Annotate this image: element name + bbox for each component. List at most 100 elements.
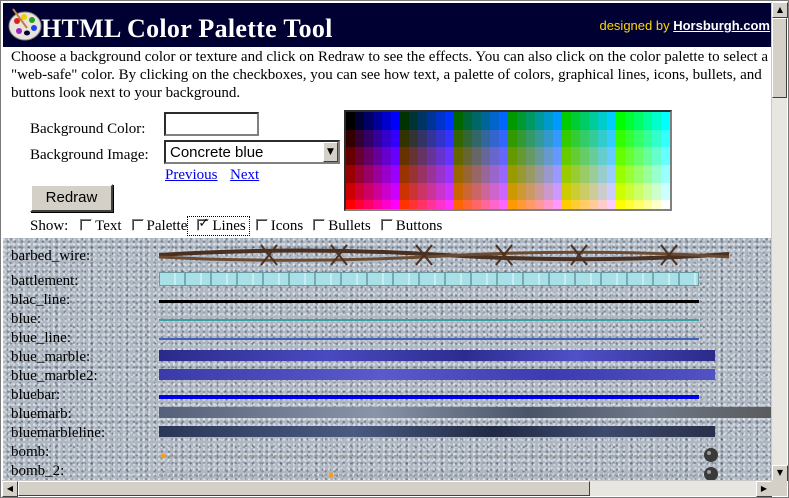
palette-swatch[interactable] [571,164,580,174]
scroll-up-icon[interactable]: ▲ [772,2,788,18]
palette-swatch[interactable] [553,156,562,165]
background-color-input[interactable] [164,112,259,136]
palette-swatch[interactable] [382,200,391,209]
palette-swatch[interactable] [409,120,418,130]
palette-swatch[interactable] [409,138,418,148]
palette-swatch[interactable] [490,129,499,139]
palette-swatch[interactable] [607,138,616,148]
palette-swatch[interactable] [436,129,445,139]
palette-swatch[interactable] [481,147,490,157]
palette-swatch[interactable] [643,138,652,148]
palette-swatch[interactable] [517,191,526,201]
palette-swatch[interactable] [535,147,544,157]
palette-swatch[interactable] [652,173,661,183]
palette-swatch[interactable] [535,138,544,148]
palette-swatch[interactable] [436,156,445,165]
palette-swatch[interactable] [364,156,373,165]
palette-swatch[interactable] [571,112,580,121]
palette-swatch[interactable] [409,129,418,139]
palette-swatch[interactable] [490,147,499,157]
palette-swatch[interactable] [427,147,436,157]
palette-swatch[interactable] [598,173,607,183]
palette-swatch[interactable] [616,191,625,201]
palette-swatch[interactable] [445,182,454,192]
redraw-button[interactable]: Redraw [30,184,113,212]
palette-swatch[interactable] [499,112,508,121]
palette-swatch[interactable] [526,156,535,165]
palette-swatch[interactable] [463,191,472,201]
palette-swatch[interactable] [553,164,562,174]
palette-swatch[interactable] [598,164,607,174]
palette-swatch[interactable] [427,112,436,121]
checkbox-icons[interactable] [255,219,268,231]
previous-link[interactable]: Previous [165,167,218,184]
palette-swatch[interactable] [490,164,499,174]
palette-swatch[interactable] [607,191,616,201]
palette-swatch[interactable] [409,173,418,183]
checkbox-palette[interactable] [131,219,144,231]
palette-swatch[interactable] [364,200,373,209]
palette-swatch[interactable] [490,112,499,121]
palette-swatch[interactable] [607,147,616,157]
palette-swatch[interactable] [382,191,391,201]
vertical-scroll-thumb[interactable] [772,18,787,98]
palette-swatch[interactable] [391,164,400,174]
palette-swatch[interactable] [562,112,571,121]
palette-swatch[interactable] [463,147,472,157]
background-image-select[interactable]: Concrete blue ▼ [164,140,340,164]
palette-swatch[interactable] [490,200,499,209]
palette-swatch[interactable] [643,200,652,209]
palette-swatch[interactable] [625,156,634,165]
palette-swatch[interactable] [634,147,643,157]
palette-swatch[interactable] [652,112,661,121]
palette-swatch[interactable] [391,147,400,157]
palette-swatch[interactable] [571,138,580,148]
palette-swatch[interactable] [652,200,661,209]
palette-swatch[interactable] [472,147,481,157]
palette-swatch[interactable] [355,147,364,157]
palette-swatch[interactable] [499,138,508,148]
palette-swatch[interactable] [445,191,454,201]
palette-swatch[interactable] [661,182,670,192]
palette-swatch[interactable] [625,138,634,148]
show-option-icons[interactable]: Icons [248,218,306,234]
palette-swatch[interactable] [598,191,607,201]
palette-swatch[interactable] [634,164,643,174]
palette-swatch[interactable] [553,191,562,201]
palette-swatch[interactable] [526,138,535,148]
palette-swatch[interactable] [634,129,643,139]
palette-swatch[interactable] [526,112,535,121]
palette-swatch[interactable] [652,164,661,174]
palette-swatch[interactable] [463,182,472,192]
palette-swatch[interactable] [418,200,427,209]
palette-swatch[interactable] [391,173,400,183]
palette-swatch[interactable] [553,129,562,139]
palette-swatch[interactable] [634,112,643,121]
palette-swatch[interactable] [490,138,499,148]
palette-swatch[interactable] [607,120,616,130]
palette-swatch[interactable] [508,138,517,148]
palette-swatch[interactable] [589,182,598,192]
palette-swatch[interactable] [490,191,499,201]
palette-swatch[interactable] [409,147,418,157]
palette-swatch[interactable] [634,191,643,201]
palette-swatch[interactable] [580,182,589,192]
palette-swatch[interactable] [472,173,481,183]
palette-swatch[interactable] [580,191,589,201]
palette-swatch[interactable] [562,156,571,165]
palette-swatch[interactable] [382,147,391,157]
palette-swatch[interactable] [517,164,526,174]
palette-swatch[interactable] [499,147,508,157]
checkbox-buttons[interactable] [380,219,393,231]
palette-swatch[interactable] [643,173,652,183]
palette-swatch[interactable] [373,156,382,165]
palette-swatch[interactable] [445,120,454,130]
palette-swatch[interactable] [400,112,409,121]
palette-swatch[interactable] [535,191,544,201]
palette-swatch[interactable] [544,182,553,192]
palette-swatch[interactable] [571,173,580,183]
palette-swatch[interactable] [427,173,436,183]
palette-swatch[interactable] [535,164,544,174]
palette-swatch[interactable] [589,120,598,130]
palette-swatch[interactable] [553,173,562,183]
